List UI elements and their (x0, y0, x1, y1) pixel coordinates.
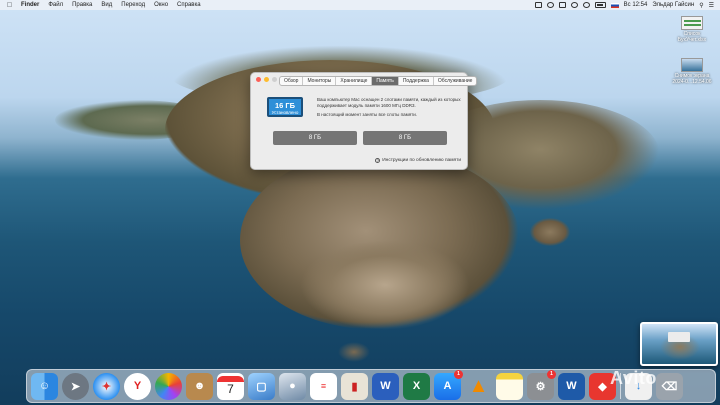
window-titlebar: Обзор Мониторы Хранилище Память Поддержк… (251, 73, 478, 86)
preview-app-icon[interactable]: ▢ (248, 372, 275, 400)
w-app-icon[interactable]: W (558, 372, 585, 400)
calendar-day: 7 (227, 382, 234, 396)
volume-icon[interactable] (582, 2, 590, 8)
memory-chip-icon: 16 ГБ Установлено (267, 97, 303, 117)
close-button[interactable] (256, 77, 261, 82)
about-mac-window: Обзор Мониторы Хранилище Память Поддержк… (250, 72, 478, 170)
tab-overview[interactable]: Обзор (280, 77, 304, 85)
notes-icon[interactable] (496, 372, 523, 400)
memory-info-line1: Ваш компьютер Mac оснащен 2 слотами памя… (317, 97, 461, 108)
contacts-icon[interactable]: ☻ (186, 372, 213, 400)
control-center-icon[interactable]: ☰ (709, 2, 714, 9)
spreadsheet-file-icon (681, 16, 703, 30)
vlc-icon[interactable]: ▲ (465, 373, 492, 400)
memory-slot-2: 8 ГБ (363, 131, 447, 145)
wallpaper-tiny-rock (338, 342, 370, 362)
menu-go[interactable]: Переход (121, 2, 145, 8)
app-store-icon[interactable]: A1 (434, 369, 463, 400)
tab-service[interactable]: Обслуживание (434, 77, 477, 85)
desktop-file-screenshot[interactable]: Снимок экрана 2024-0...12.54.06 (672, 58, 712, 85)
screenshot-preview-thumbnail[interactable] (640, 322, 718, 366)
preview-window (668, 332, 690, 342)
desktop-file-label: Список БухУчет.xlsx (677, 31, 707, 43)
image-capture-icon[interactable]: ● (279, 372, 306, 400)
memory-slot-1: 8 ГБ (273, 131, 357, 145)
memory-upgrade-link[interactable]: ? Инструкции по обновлению памяти (375, 158, 461, 163)
desktop-file-label: Снимок экрана 2024-0...12.54.06 (672, 73, 712, 85)
tab-bar: Обзор Мониторы Хранилище Память Поддержк… (279, 76, 478, 86)
reminders-icon[interactable]: ≡ (310, 372, 337, 400)
safari-icon[interactable]: ✦ (93, 372, 120, 400)
menu-edit[interactable]: Правка (72, 2, 92, 8)
airplay-icon[interactable] (558, 2, 566, 8)
yandex-browser-icon[interactable]: Y (124, 372, 151, 400)
tab-memory[interactable]: Память (372, 77, 399, 85)
menu-window[interactable]: Окно (154, 2, 168, 8)
input-language-flag-icon[interactable] (610, 2, 619, 8)
menu-app-name[interactable]: Finder (21, 2, 39, 8)
avito-watermark: Avito (610, 368, 657, 388)
wifi-icon[interactable] (570, 2, 578, 8)
screenshot-file-icon (681, 58, 703, 72)
tab-storage[interactable]: Хранилище (336, 77, 373, 85)
menu-help[interactable]: Справка (177, 2, 201, 8)
apple-menu-icon[interactable]:  (6, 1, 13, 9)
time-machine-icon[interactable] (546, 2, 554, 8)
launchpad-icon[interactable]: ➤ (62, 372, 89, 400)
memory-info: Ваш компьютер Mac оснащен 2 слотами памя… (317, 97, 465, 122)
system-preferences-icon[interactable]: ⚙ 1 (527, 369, 556, 400)
memory-upgrade-label: Инструкции по обновлению памяти (382, 158, 461, 163)
search-icon[interactable]: ⚲ (699, 2, 703, 9)
screen-mirroring-icon[interactable] (534, 2, 542, 8)
wallpaper-small-rock (530, 218, 570, 246)
memory-size: 16 ГБ (274, 101, 296, 110)
menu-clock[interactable]: Вс 12:54 (624, 2, 648, 8)
memory-info-line2: В настоящий момент заняты все слоты памя… (317, 112, 417, 117)
books-icon[interactable]: ▮ (341, 372, 368, 400)
zoom-button[interactable] (272, 77, 277, 82)
photos-icon[interactable] (155, 372, 182, 400)
system-preferences-badge: 1 (547, 369, 556, 379)
battery-icon[interactable] (594, 2, 606, 8)
finder-icon[interactable]: ☺ (31, 372, 58, 400)
menu-file[interactable]: Файл (48, 2, 63, 8)
wallpaper-rock-peak (300, 240, 470, 330)
tab-support[interactable]: Поддержка (399, 77, 434, 85)
trash-icon[interactable]: ⌫ (656, 372, 683, 400)
app-store-badge: 1 (454, 369, 463, 379)
menu-view[interactable]: Вид (101, 2, 112, 8)
calendar-icon[interactable]: 7 (217, 372, 244, 400)
status-area: Вс 12:54 Эльдар Гайсин ⚲ ☰ (534, 2, 714, 9)
tab-displays[interactable]: Мониторы (303, 77, 337, 85)
word-icon[interactable]: W (372, 372, 399, 400)
desktop-file-spreadsheet[interactable]: Список БухУчет.xlsx (672, 16, 712, 43)
menu-user[interactable]: Эльдар Гайсин (652, 2, 694, 8)
menu-bar:  Finder Файл Правка Вид Переход Окно Сп… (0, 0, 720, 10)
memory-status: Установлено (271, 110, 299, 115)
minimize-button[interactable] (264, 77, 269, 82)
help-icon: ? (375, 158, 381, 163)
excel-icon[interactable]: X (403, 372, 430, 400)
